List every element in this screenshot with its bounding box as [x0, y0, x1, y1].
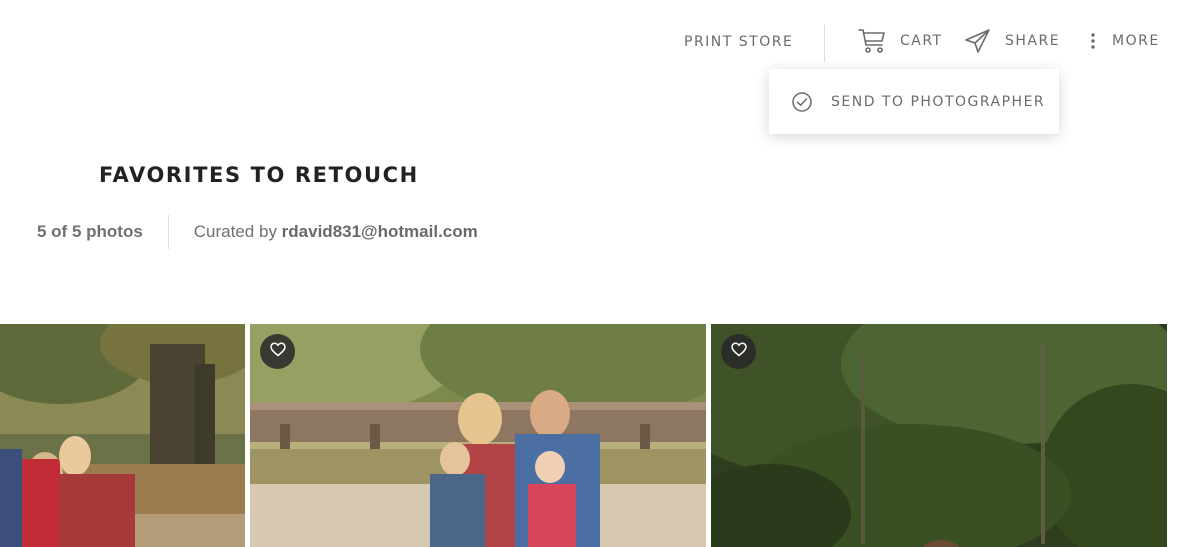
share-button[interactable]: SHARE	[964, 28, 1060, 54]
curator-email: rdavid831@hotmail.com	[281, 222, 478, 241]
photo-tile[interactable]	[250, 324, 706, 547]
photo-count: 5 of 5 photos	[37, 222, 143, 241]
check-circle-icon	[791, 91, 813, 113]
print-store-link[interactable]: PRINT STORE	[684, 34, 793, 50]
cart-icon	[858, 28, 886, 54]
top-navigation: PRINT STORE CART SHARE MORE	[0, 0, 1195, 80]
vertical-dots-icon	[1088, 28, 1098, 54]
photo-tile[interactable]	[0, 324, 245, 547]
send-to-photographer-item[interactable]: SEND TO PHOTOGRAPHER	[791, 91, 1045, 113]
more-dropdown-menu: SEND TO PHOTOGRAPHER	[769, 69, 1059, 134]
more-label: MORE	[1112, 33, 1160, 49]
curated-by-text: Curated by rdavid831@hotmail.com	[194, 222, 478, 242]
favorite-button[interactable]	[721, 334, 756, 369]
share-label: SHARE	[1005, 33, 1061, 49]
send-to-photographer-label: SEND TO PHOTOGRAPHER	[831, 93, 1046, 110]
favorite-button[interactable]	[260, 334, 295, 369]
nav-divider	[824, 25, 825, 62]
paper-plane-icon	[964, 28, 991, 54]
meta-divider	[167, 215, 169, 249]
print-store-label: PRINT STORE	[684, 34, 794, 50]
gallery-title: FAVORITES TO RETOUCH	[99, 163, 419, 187]
cart-button[interactable]: CART	[858, 28, 943, 54]
photo-image	[711, 324, 1167, 547]
cart-label: CART	[900, 33, 943, 49]
curated-prefix: Curated by	[193, 222, 282, 241]
photo-image	[250, 324, 706, 547]
more-button[interactable]: MORE	[1088, 28, 1160, 54]
photo-image	[0, 324, 245, 547]
heart-icon	[730, 342, 747, 362]
heart-icon	[269, 342, 286, 362]
photo-tile[interactable]	[711, 324, 1167, 547]
gallery-meta: 5 of 5 photos Curated by rdavid831@hotma…	[37, 215, 478, 249]
